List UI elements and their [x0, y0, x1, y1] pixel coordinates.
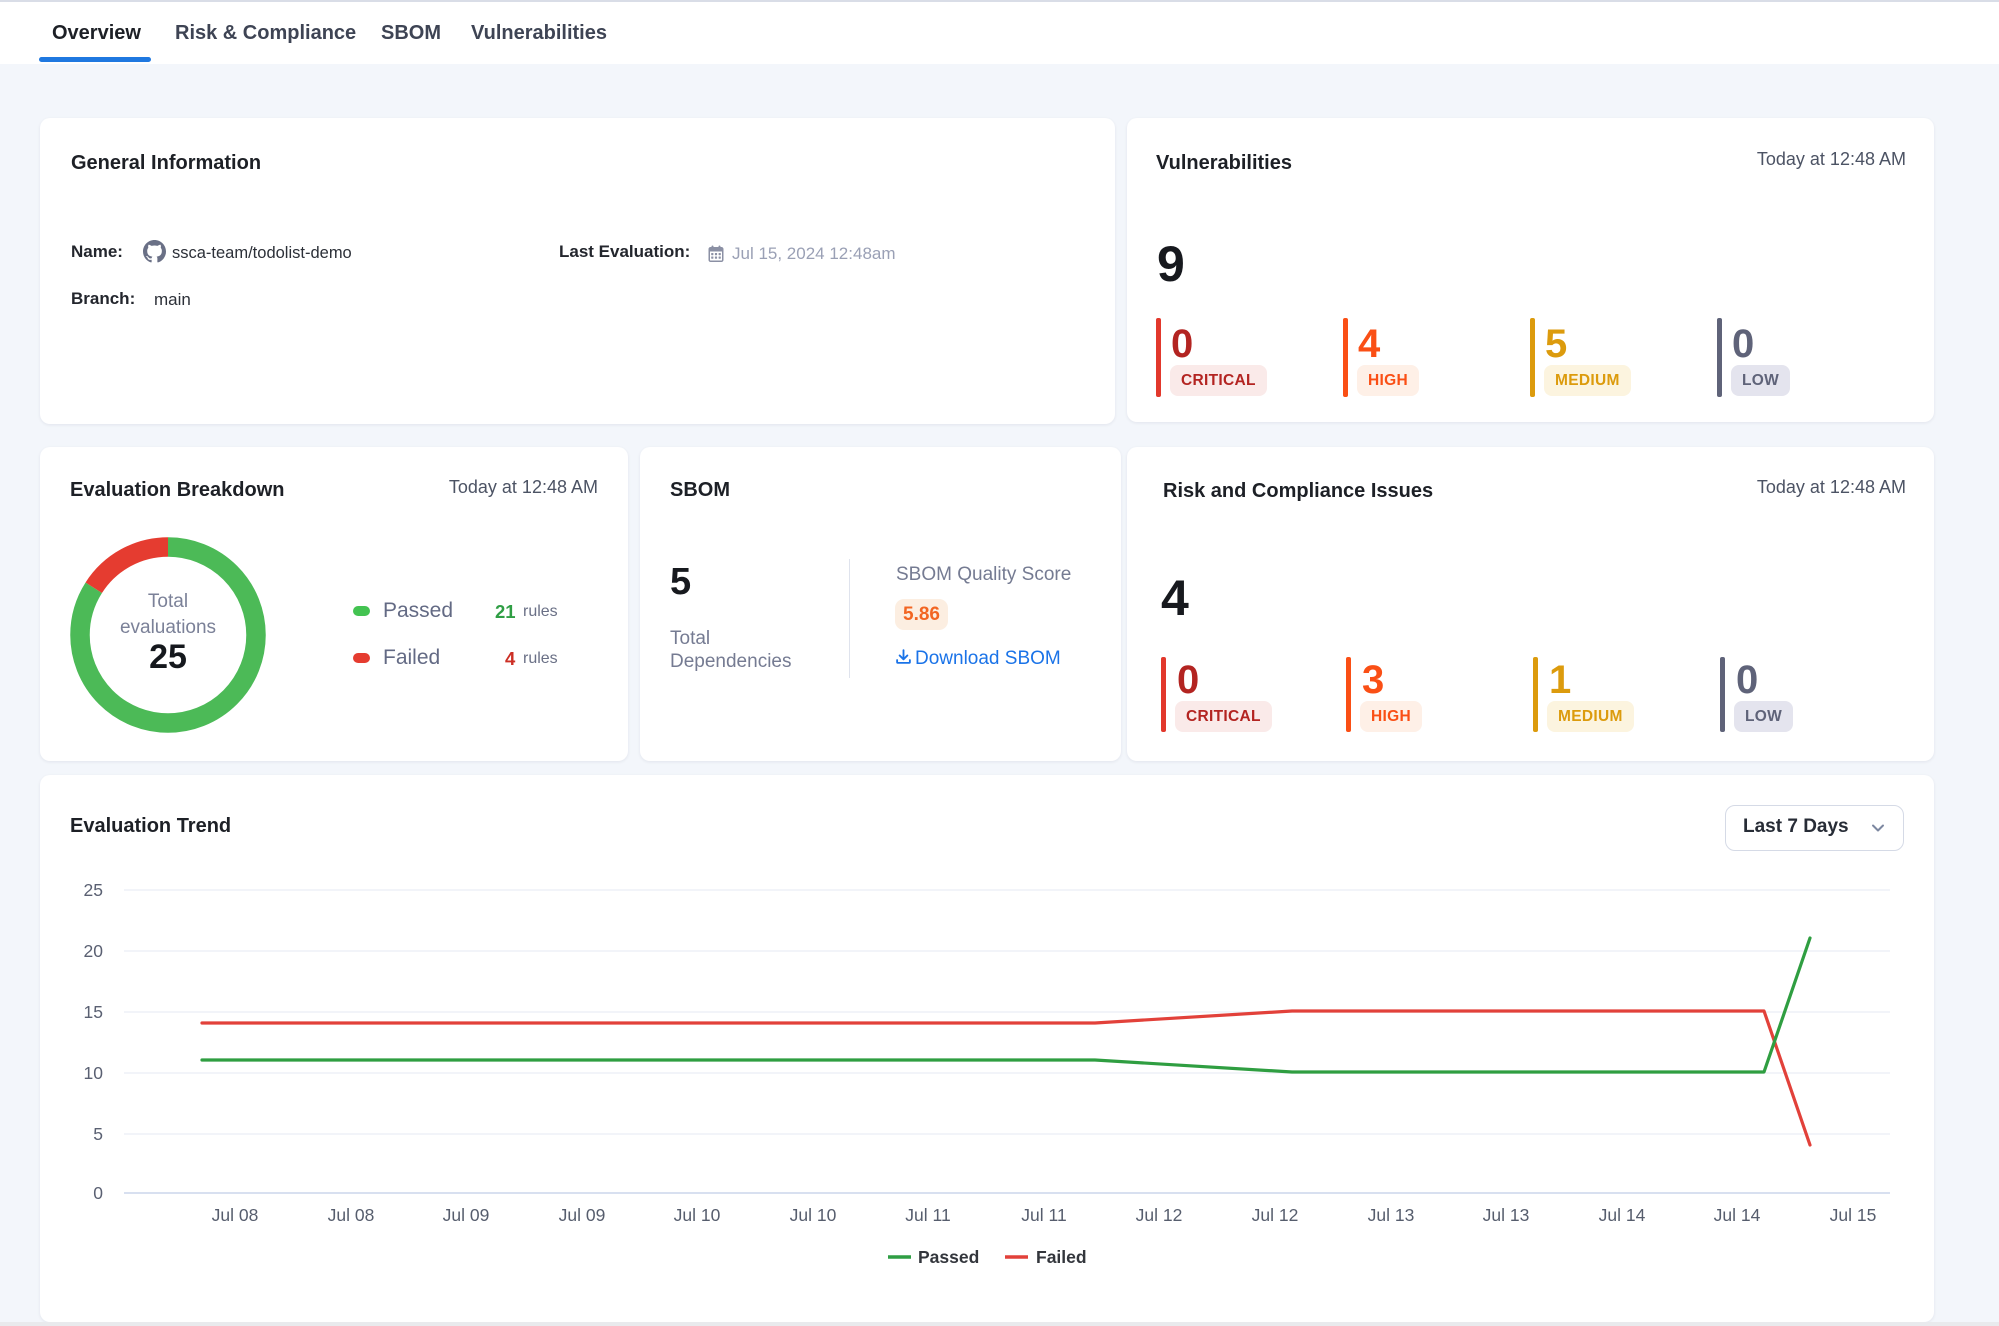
- svg-text:Jul 10: Jul 10: [674, 1205, 721, 1225]
- svg-text:Jul 12: Jul 12: [1252, 1205, 1299, 1225]
- svg-text:Jul 15: Jul 15: [1830, 1205, 1877, 1225]
- svg-text:20: 20: [84, 941, 104, 961]
- svg-text:Jul 10: Jul 10: [790, 1205, 837, 1225]
- svg-text:Jul 08: Jul 08: [212, 1205, 259, 1225]
- svg-text:15: 15: [84, 1002, 103, 1022]
- svg-text:5: 5: [93, 1124, 103, 1144]
- svg-text:10: 10: [84, 1063, 104, 1083]
- svg-text:Jul 14: Jul 14: [1714, 1205, 1761, 1225]
- svg-text:Jul 14: Jul 14: [1599, 1205, 1646, 1225]
- svg-text:Jul 12: Jul 12: [1136, 1205, 1183, 1225]
- svg-text:Jul 13: Jul 13: [1483, 1205, 1530, 1225]
- svg-text:Passed: Passed: [918, 1247, 979, 1267]
- svg-text:Jul 08: Jul 08: [328, 1205, 375, 1225]
- svg-text:Jul 11: Jul 11: [1021, 1205, 1066, 1225]
- svg-text:Jul 11: Jul 11: [905, 1205, 950, 1225]
- svg-text:Failed: Failed: [1036, 1247, 1087, 1267]
- svg-text:25: 25: [84, 880, 103, 900]
- svg-text:Jul 09: Jul 09: [443, 1205, 490, 1225]
- svg-text:0: 0: [93, 1183, 103, 1203]
- svg-text:Jul 09: Jul 09: [559, 1205, 606, 1225]
- svg-text:Jul 13: Jul 13: [1368, 1205, 1415, 1225]
